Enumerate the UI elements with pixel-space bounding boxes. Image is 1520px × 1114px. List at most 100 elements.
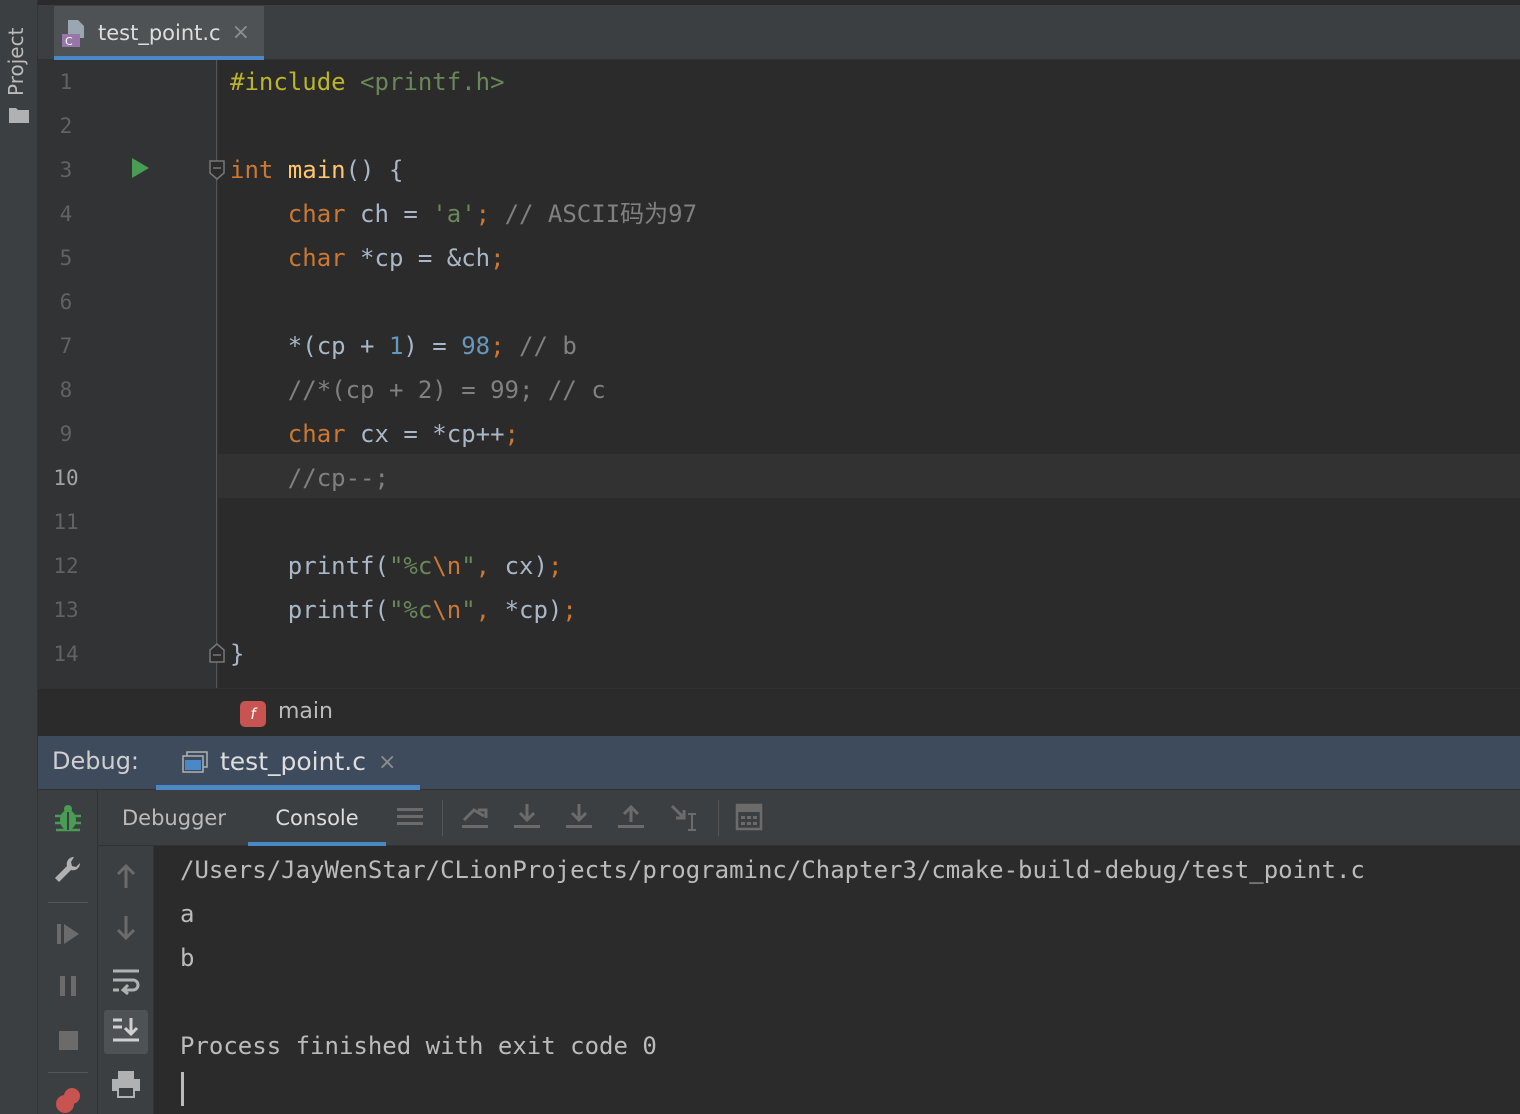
code-line: char *cp = &ch; xyxy=(230,236,505,280)
step-into-icon[interactable] xyxy=(564,802,594,832)
folder-icon[interactable] xyxy=(8,106,30,124)
code-token: " xyxy=(461,596,476,624)
toolbar-separator xyxy=(48,1072,88,1073)
code-token: printf( xyxy=(287,552,389,580)
step-out-icon[interactable] xyxy=(616,802,646,832)
tab-console[interactable]: Console xyxy=(248,790,386,846)
code-token: #include xyxy=(230,68,361,96)
code-token: *cp = &ch xyxy=(360,244,491,272)
code-token: ; xyxy=(490,332,520,360)
show-execution-point-icon[interactable] xyxy=(460,802,490,832)
line-number: 14 xyxy=(53,642,79,666)
line-number: 11 xyxy=(53,510,79,534)
stop-icon[interactable] xyxy=(52,1024,84,1056)
code-token: () { xyxy=(345,156,404,184)
code-token: "%c xyxy=(388,596,433,624)
code-line: //*(cp + 2) = 99; // c xyxy=(230,368,606,412)
code-editor[interactable]: 1 2 3 4 5 6 7 8 9 10 11 12 13 14 #include <printf.h> i… xyxy=(38,60,1520,688)
breadcrumb-bar: f main xyxy=(38,688,1520,736)
code-token: <printf.h> xyxy=(360,68,505,96)
resume-program-icon[interactable] xyxy=(52,918,84,950)
console-window-icon xyxy=(182,751,208,773)
view-breakpoints-icon[interactable] xyxy=(52,1082,84,1114)
debug-left-toolbar xyxy=(38,790,98,1114)
code-token: ; xyxy=(490,244,505,272)
code-token: 98 xyxy=(461,332,491,360)
code-line: char ch = 'a'; // ASCII码为97 xyxy=(230,192,697,236)
code-token: //cp--; xyxy=(287,464,389,492)
breadcrumb-item-main[interactable]: main xyxy=(278,699,333,724)
code-line: printf("%c\n", cx); xyxy=(230,544,563,588)
tabbar-top-strip xyxy=(38,0,1520,5)
code-token: printf( xyxy=(287,596,389,624)
function-icon: f xyxy=(240,701,266,727)
code-token: ch = xyxy=(360,200,433,228)
console-line: Process finished with exit code 0 xyxy=(180,1032,657,1060)
code-token: ; xyxy=(547,552,563,580)
scroll-to-end-icon[interactable] xyxy=(110,1016,142,1048)
fold-end-icon[interactable] xyxy=(208,642,226,664)
code-token: *cp) xyxy=(504,596,563,624)
tab-debugger[interactable]: Debugger xyxy=(110,790,238,846)
pause-program-icon[interactable] xyxy=(52,970,84,1002)
arrow-up-icon[interactable] xyxy=(110,860,142,892)
code-token: ; xyxy=(475,200,505,228)
run-to-cursor-icon[interactable] xyxy=(668,802,698,832)
code-token: \n xyxy=(432,596,462,624)
evaluate-expression-icon[interactable] xyxy=(734,802,764,832)
fold-guide-line xyxy=(216,60,217,688)
editor-tab-bar: C test_point.c × xyxy=(38,0,1520,60)
code-line: int main() { xyxy=(230,148,403,192)
code-token: char xyxy=(287,200,361,228)
code-token: " xyxy=(461,552,476,580)
line-number: 5 xyxy=(59,246,73,270)
editor-tab-test-point[interactable]: C test_point.c × xyxy=(54,6,264,60)
debug-sub-toolbar: Debugger Console xyxy=(98,790,1520,846)
text-caret xyxy=(181,1072,184,1106)
toolbar-separator xyxy=(48,902,88,903)
code-token: } xyxy=(230,640,245,668)
line-number: 13 xyxy=(53,598,79,622)
code-token: // ASCII码为97 xyxy=(504,200,698,228)
code-line: #include <printf.h> xyxy=(230,60,505,104)
line-number: 12 xyxy=(53,554,79,578)
code-token: 'a' xyxy=(432,200,476,228)
current-line-highlight xyxy=(218,454,1520,498)
project-tool-button[interactable]: Project xyxy=(4,28,28,96)
arrow-down-icon[interactable] xyxy=(110,912,142,944)
wrench-icon[interactable] xyxy=(52,854,84,886)
code-token: ) = xyxy=(403,332,462,360)
code-line: //cp--; xyxy=(230,456,389,500)
code-token: "%c xyxy=(388,552,433,580)
code-token: char xyxy=(287,244,361,272)
run-gutter-icon[interactable] xyxy=(130,157,150,179)
soft-wrap-icon[interactable] xyxy=(110,964,142,996)
close-debug-tab-icon[interactable]: × xyxy=(378,750,396,775)
code-token: //*(cp + 2) = 99; // c xyxy=(287,376,606,404)
console-output[interactable]: /Users/JayWenStar/CLionProjects/programi… xyxy=(154,846,1520,1114)
toolbar-separator xyxy=(442,800,443,836)
code-token: cx) xyxy=(504,552,548,580)
debug-session-tab[interactable]: test_point.c × xyxy=(156,736,420,790)
c-file-icon: C xyxy=(62,20,84,48)
toolbar-separator xyxy=(718,800,719,836)
step-over-icon[interactable] xyxy=(512,802,542,832)
fold-collapse-icon[interactable] xyxy=(208,159,226,181)
code-token: 1 xyxy=(388,332,404,360)
line-number: 4 xyxy=(59,202,73,226)
code-line: printf("%c\n", *cp); xyxy=(230,588,577,632)
code-token: \n xyxy=(432,552,462,580)
debug-bug-icon[interactable] xyxy=(52,802,84,834)
print-icon[interactable] xyxy=(110,1068,142,1100)
code-token: , xyxy=(475,596,505,624)
code-token: ; xyxy=(562,596,577,624)
close-tab-icon[interactable]: × xyxy=(232,20,250,45)
line-number: 10 xyxy=(53,466,79,490)
code-token: ; xyxy=(504,420,519,448)
svg-text:C: C xyxy=(65,35,73,48)
console-side-toolbar xyxy=(98,846,154,1114)
layout-menu-icon[interactable] xyxy=(395,802,425,832)
